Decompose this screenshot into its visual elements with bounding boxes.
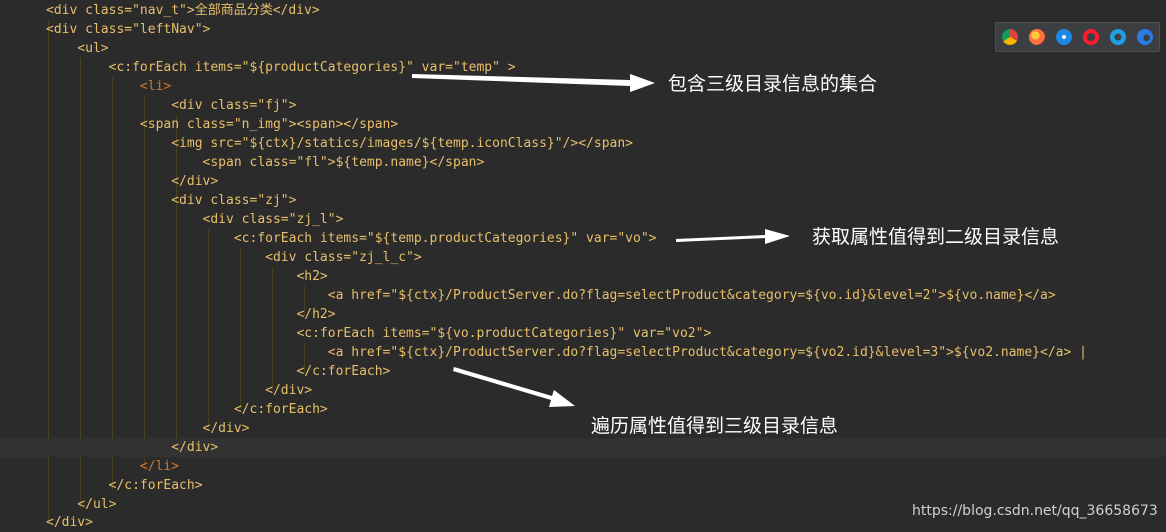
annotation-get-level2: 获取属性值得到二级目录信息: [812, 226, 1060, 248]
annotation-iterate-level3: 遍历属性值得到三级目录信息: [591, 415, 839, 437]
arrow-to-level2-label: [676, 229, 790, 244]
arrow-to-collection-label: [412, 74, 655, 92]
arrow-to-level3-label: [453, 367, 575, 407]
annotation-arrows: [412, 74, 790, 407]
watermark-url: https://blog.csdn.net/qq_36658673: [912, 503, 1158, 519]
annotation-level3-collection: 包含三级目录信息的集合: [668, 73, 878, 95]
